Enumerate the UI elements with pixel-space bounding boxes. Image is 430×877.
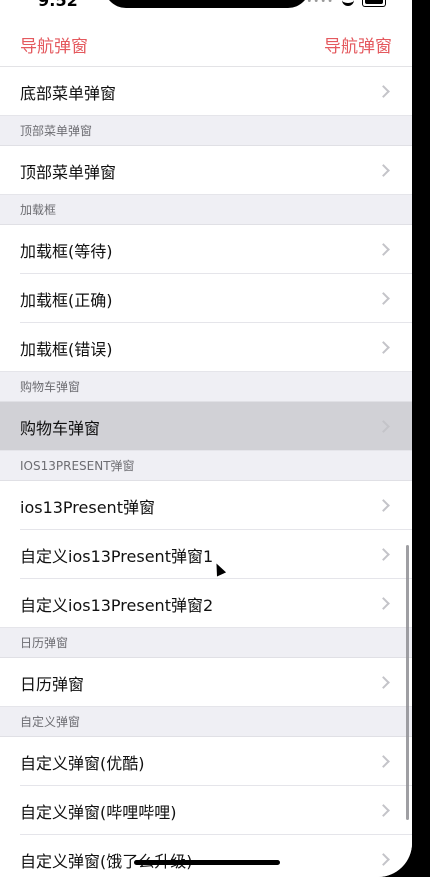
navigation-bar: 导航弹窗 导航弹窗 xyxy=(0,22,412,67)
nav-right-button[interactable]: 导航弹窗 xyxy=(304,32,412,57)
status-time: 9:52 xyxy=(38,0,78,10)
section-label: 购物车弹窗 xyxy=(20,380,81,394)
list-item-custom-bilibili[interactable]: 自定义弹窗(哔哩哔哩) xyxy=(0,786,412,835)
chevron-right-icon xyxy=(377,420,390,433)
list-item-loading-wait[interactable]: 加载框(等待) xyxy=(0,225,412,274)
list-item-label: 自定义ios13Present弹窗2 xyxy=(20,595,214,615)
chevron-right-icon xyxy=(377,755,390,768)
list-item-ios13-custom-2[interactable]: 自定义ios13Present弹窗2 xyxy=(0,579,412,628)
wifi-icon xyxy=(342,0,354,6)
section-header-calendar: 日历弹窗 xyxy=(0,628,412,658)
list-item-loading-ok[interactable]: 加载框(正确) xyxy=(0,274,412,323)
list-item-label: 加载框(错误) xyxy=(20,339,113,359)
list-item-label: ios13Present弹窗 xyxy=(20,497,155,517)
section-header-ios13: IOS13PRESENT弹窗 xyxy=(0,451,412,481)
section-header-loading: 加载框 xyxy=(0,195,412,225)
list-item-top-menu[interactable]: 顶部菜单弹窗 xyxy=(0,146,412,195)
list-item-label: 自定义弹窗(优酷) xyxy=(20,753,145,773)
section-label: 加载框 xyxy=(20,203,57,217)
chevron-right-icon xyxy=(377,292,390,305)
list-item-calendar[interactable]: 日历弹窗 xyxy=(0,658,412,707)
list-item-cart[interactable]: 购物车弹窗 xyxy=(0,402,412,451)
list-item-label: 自定义弹窗(哔哩哔哩) xyxy=(20,802,177,822)
chevron-right-icon xyxy=(377,676,390,689)
section-label: 日历弹窗 xyxy=(20,636,69,650)
chevron-right-icon xyxy=(377,597,390,610)
section-header-cart: 购物车弹窗 xyxy=(0,372,412,402)
status-indicators: •••• xyxy=(306,0,386,7)
chevron-right-icon xyxy=(377,243,390,256)
section-header-top-menu: 顶部菜单弹窗 xyxy=(0,116,412,146)
section-label: IOS13PRESENT弹窗 xyxy=(20,459,135,473)
chevron-right-icon xyxy=(377,804,390,817)
list-item-label: 自定义ios13Present弹窗1 xyxy=(20,546,214,566)
section-label: 顶部菜单弹窗 xyxy=(20,124,93,138)
signal-icon: •••• xyxy=(306,0,334,7)
list-item-label: 购物车弹窗 xyxy=(20,418,101,438)
list-item-label: 加载框(正确) xyxy=(20,290,113,310)
chevron-right-icon xyxy=(377,499,390,512)
list-item-loading-error[interactable]: 加载框(错误) xyxy=(0,323,412,372)
list-item-bottom-menu[interactable]: 底部菜单弹窗 xyxy=(0,67,412,116)
scrollbar[interactable] xyxy=(406,545,409,820)
chevron-right-icon xyxy=(377,548,390,561)
nav-left-button[interactable]: 导航弹窗 xyxy=(0,32,108,57)
popup-list: 底部菜单弹窗 顶部菜单弹窗 顶部菜单弹窗 加载框 加载框(等待) 加载框(正确)… xyxy=(0,67,412,877)
battery-icon xyxy=(362,0,386,7)
device-screen: 9:52 •••• 导航弹窗 导航弹窗 底部菜单弹窗 顶部菜单弹窗 顶部菜单弹窗… xyxy=(0,0,412,877)
list-item-ios13-present[interactable]: ios13Present弹窗 xyxy=(0,481,412,530)
chevron-right-icon xyxy=(377,85,390,98)
list-item-label: 日历弹窗 xyxy=(20,674,85,694)
chevron-right-icon xyxy=(377,853,390,866)
list-item-label: 顶部菜单弹窗 xyxy=(20,162,117,182)
notch xyxy=(104,0,310,8)
chevron-right-icon xyxy=(377,341,390,354)
list-item-label: 底部菜单弹窗 xyxy=(20,83,117,103)
list-item-label: 加载框(等待) xyxy=(20,241,113,261)
section-header-custom: 自定义弹窗 xyxy=(0,707,412,737)
list-item-custom-eleme[interactable]: 自定义弹窗(饿了么升级) xyxy=(0,835,412,877)
home-indicator[interactable] xyxy=(134,860,280,865)
list-item-ios13-custom-1[interactable]: 自定义ios13Present弹窗1 xyxy=(0,530,412,579)
list-item-custom-youku[interactable]: 自定义弹窗(优酷) xyxy=(0,737,412,786)
chevron-right-icon xyxy=(377,164,390,177)
section-label: 自定义弹窗 xyxy=(20,715,81,729)
